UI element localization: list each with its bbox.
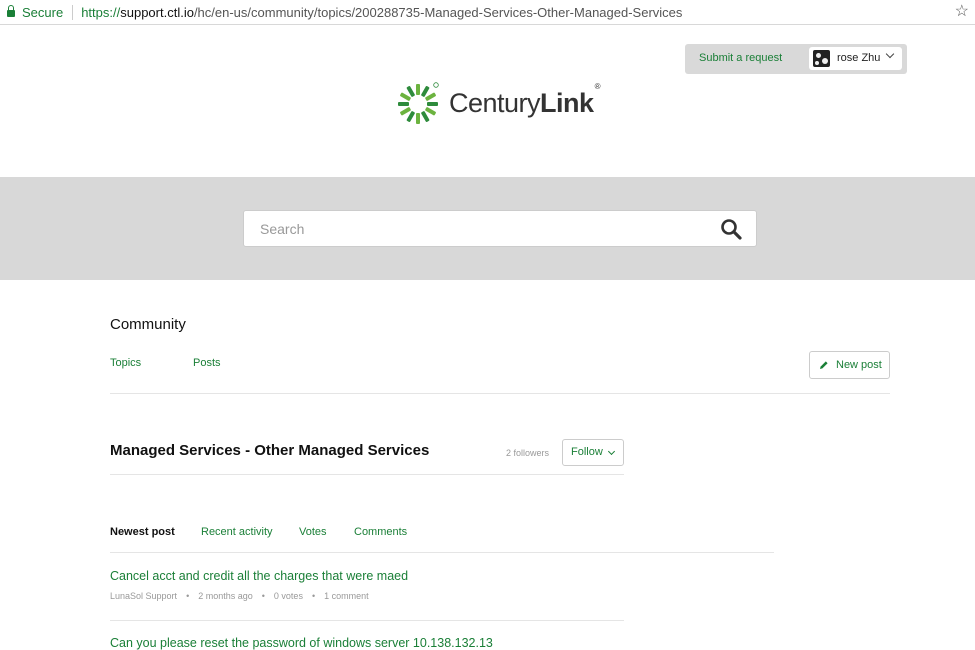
chevron-down-icon bbox=[885, 49, 895, 59]
sort-tab-comments[interactable]: Comments bbox=[354, 526, 407, 538]
sort-tab-newest-post[interactable]: Newest post bbox=[110, 526, 175, 538]
followers-count: 2 followers bbox=[506, 448, 550, 458]
divider bbox=[110, 393, 890, 394]
post-meta: LunaSol Support • 2 months ago • 0 votes • 1 c… bbox=[110, 591, 369, 601]
tab-posts[interactable]: Posts bbox=[193, 357, 221, 369]
secure-label: Secure bbox=[22, 4, 64, 20]
url-text[interactable]: https://support.ctl.io/hc/en-us/communit… bbox=[81, 5, 682, 20]
divider bbox=[110, 552, 774, 553]
divider bbox=[110, 474, 624, 475]
bookmark-star-icon[interactable]: ☆ bbox=[955, 3, 969, 21]
page-title: Community bbox=[110, 316, 186, 333]
lock-icon bbox=[7, 4, 15, 18]
search-box bbox=[243, 210, 757, 247]
user-menu-button[interactable]: rose Zhu bbox=[809, 47, 902, 70]
chevron-down-icon bbox=[607, 447, 616, 456]
search-input[interactable] bbox=[244, 211, 704, 246]
sort-tab-recent-activity[interactable]: Recent activity bbox=[201, 526, 273, 538]
logo-wordmark: CenturyLink® bbox=[449, 82, 601, 118]
sort-tab-votes[interactable]: Votes bbox=[299, 526, 327, 538]
post-time: 2 months ago bbox=[198, 591, 253, 601]
post-comments[interactable]: 1 comment bbox=[324, 591, 369, 601]
topic-title: Managed Services - Other Managed Service… bbox=[110, 442, 430, 459]
follow-button[interactable]: Follow bbox=[562, 439, 624, 466]
post-author[interactable]: LunaSol Support bbox=[110, 591, 177, 601]
user-name: rose Zhu bbox=[837, 52, 881, 64]
address-divider bbox=[72, 4, 74, 20]
pencil-icon bbox=[820, 361, 828, 369]
follow-label: Follow bbox=[571, 446, 603, 458]
search-icon[interactable] bbox=[720, 218, 742, 240]
tab-topics[interactable]: Topics bbox=[110, 357, 141, 369]
post-title-link[interactable]: Cancel acct and credit all the charges t… bbox=[110, 569, 408, 583]
post-title-link[interactable]: Can you please reset the password of win… bbox=[110, 636, 493, 650]
divider bbox=[110, 620, 624, 621]
avatar bbox=[813, 50, 830, 67]
submit-request-link[interactable]: Submit a request bbox=[699, 52, 782, 64]
centurylink-burst-icon bbox=[398, 82, 439, 124]
post-votes: 0 votes bbox=[273, 591, 303, 601]
browser-address-bar[interactable]: Secure https://support.ctl.io/hc/en-us/c… bbox=[0, 0, 975, 25]
centurylink-logo[interactable]: CenturyLink® bbox=[396, 80, 608, 126]
new-post-label: New post bbox=[836, 359, 882, 371]
new-post-button[interactable]: New post bbox=[809, 351, 890, 379]
